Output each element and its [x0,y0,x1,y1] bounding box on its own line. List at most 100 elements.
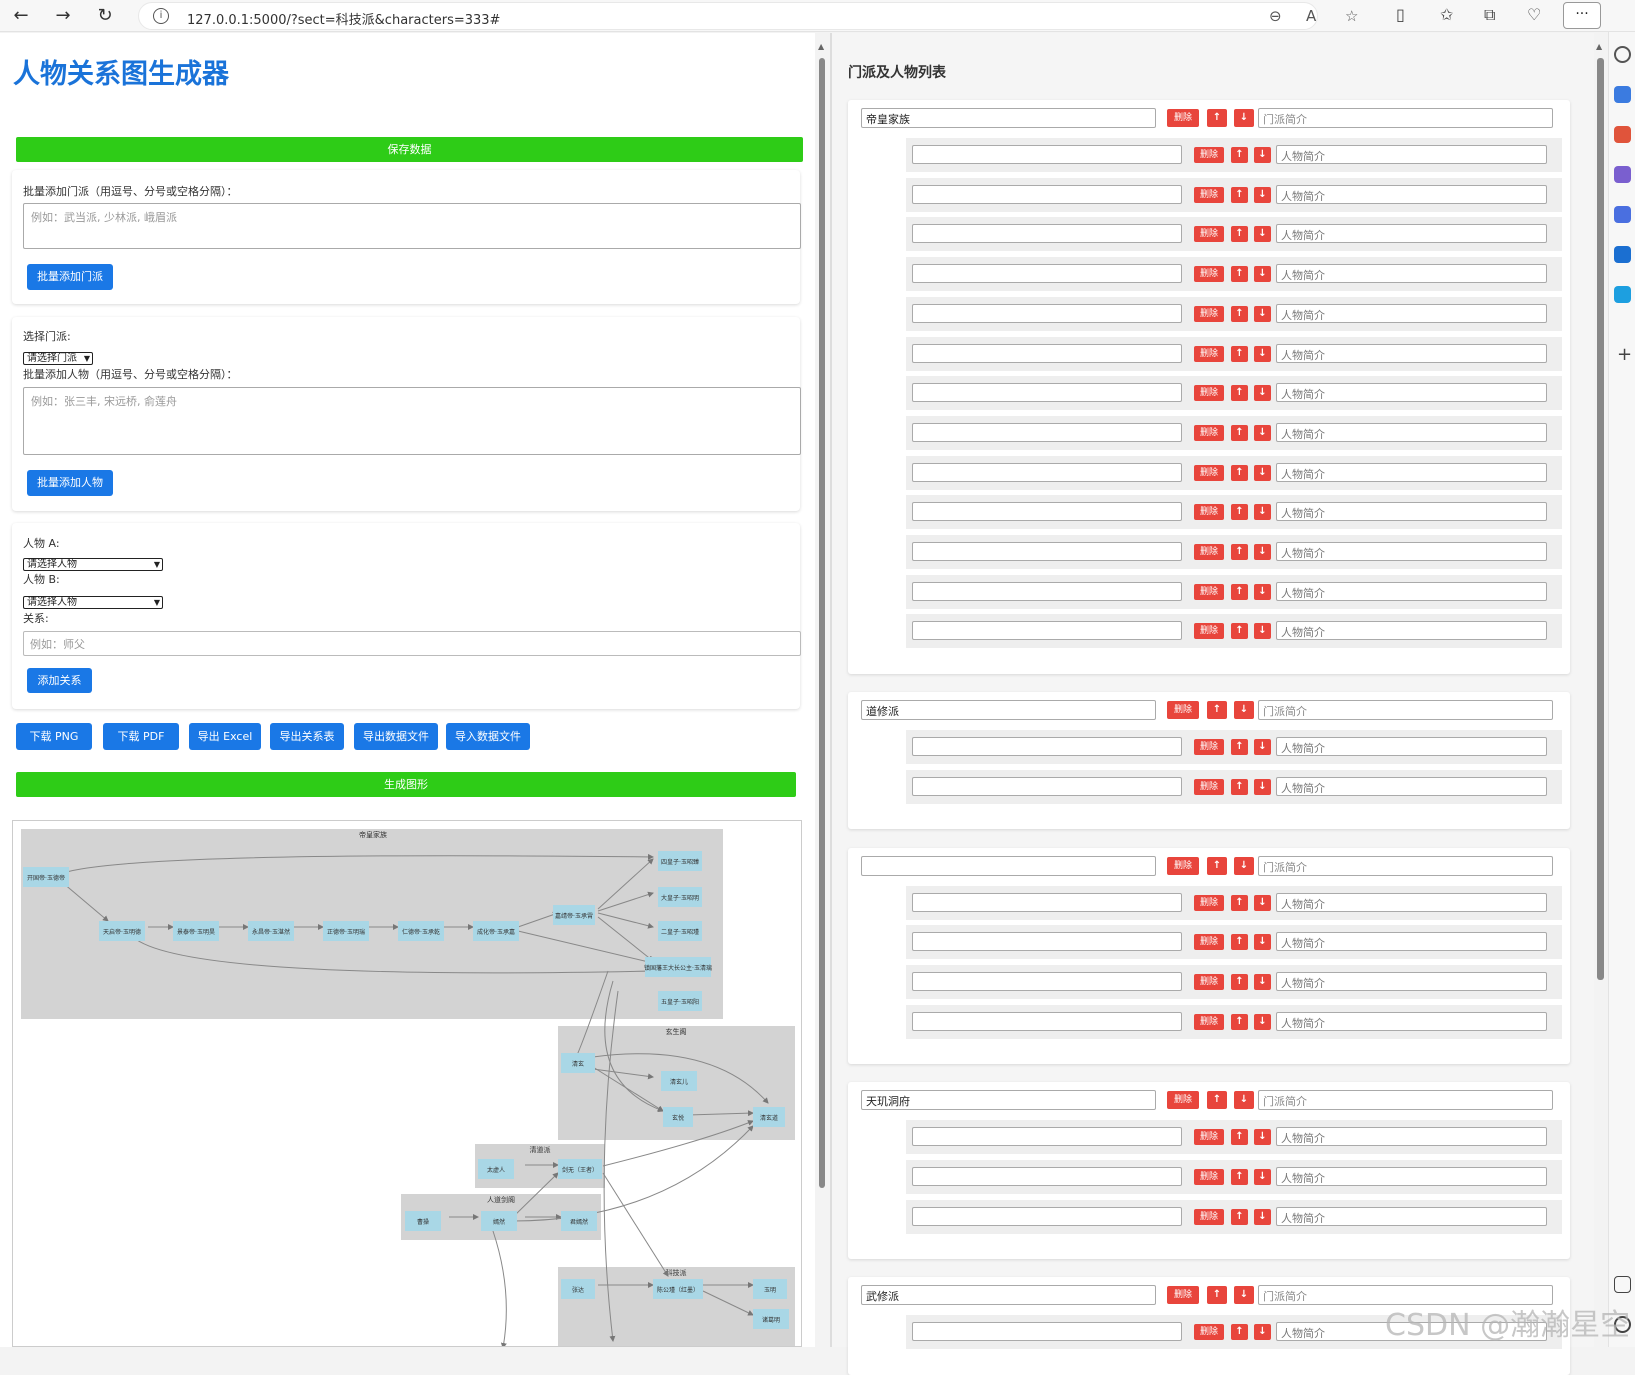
person-a-select[interactable]: 请选择人物 ▼ [23,558,163,571]
character-name-input[interactable] [912,502,1182,522]
move-up-button[interactable]: ↑ [1231,544,1248,560]
batch-add-sect-button[interactable]: 批量添加门派 [27,264,113,290]
move-down-button[interactable]: ↓ [1254,544,1271,560]
move-up-button[interactable]: ↑ [1231,1208,1248,1225]
move-down-button[interactable]: ↓ [1254,186,1271,203]
character-intro-input[interactable]: 人物简介 [1276,932,1547,952]
outlook-icon[interactable] [1614,246,1631,263]
character-name-input[interactable] [912,737,1182,757]
move-down-button[interactable]: ↓ [1234,1286,1254,1305]
read-aloud-icon[interactable]: A [1306,7,1316,25]
character-intro-input[interactable]: 人物简介 [1276,303,1547,323]
character-intro-input[interactable]: 人物简介 [1276,737,1547,757]
move-down-button[interactable]: ↓ [1254,583,1271,600]
move-up-button[interactable]: ↑ [1231,739,1248,756]
tag-icon[interactable] [1614,86,1631,103]
character-name-input[interactable] [912,303,1182,323]
character-intro-input[interactable]: 人物简介 [1276,1011,1547,1031]
move-down-button[interactable]: ↓ [1254,934,1271,951]
move-down-button[interactable]: ↓ [1234,856,1254,875]
character-name-input[interactable] [912,1322,1182,1342]
action-button[interactable]: 导入数据文件 [446,723,530,750]
sect-name-input[interactable]: 天玑洞府 [861,1090,1156,1111]
character-name-input[interactable] [912,971,1182,991]
move-up-button[interactable]: ↑ [1231,623,1248,640]
move-up-button[interactable]: ↑ [1207,109,1227,127]
move-down-button[interactable]: ↓ [1234,1091,1254,1110]
delete-character-button[interactable]: 删除 [1194,894,1224,911]
sect-name-input[interactable]: 帝皇家族 [861,108,1156,128]
delete-character-button[interactable]: 删除 [1194,1013,1224,1030]
character-name-input[interactable] [912,224,1182,244]
move-down-button[interactable]: ↓ [1254,739,1271,756]
move-down-button[interactable]: ↓ [1254,385,1271,402]
move-up-button[interactable]: ↑ [1231,385,1248,402]
sect-name-input[interactable]: 道修派 [861,700,1156,721]
reload-icon[interactable]: ↻ [92,4,118,28]
relationship-graph[interactable]: 帝皇家族 玄生阁 清道派 人道剑阁 科技派 开国帝·玉德帝 天启帝·玉明德 景泰… [12,820,802,1347]
move-up-button[interactable]: ↑ [1231,1169,1248,1185]
character-intro-input[interactable]: 人物简介 [1276,776,1547,796]
copilot-icon[interactable] [1614,206,1631,223]
scroll-up-icon[interactable]: ▲ [818,42,824,51]
move-up-button[interactable]: ↑ [1231,305,1248,322]
move-down-button[interactable]: ↓ [1254,623,1271,640]
character-name-input[interactable] [912,1167,1182,1186]
move-down-button[interactable]: ↓ [1254,1013,1271,1030]
delete-sect-button[interactable]: 删除 [1167,1091,1199,1110]
move-up-button[interactable]: ↑ [1231,894,1248,911]
character-name-input[interactable] [912,462,1182,482]
move-up-button[interactable]: ↑ [1231,973,1248,990]
character-intro-input[interactable]: 人物简介 [1276,184,1547,204]
character-intro-input[interactable]: 人物简介 [1276,1127,1547,1147]
move-down-button[interactable]: ↓ [1254,464,1271,481]
character-intro-input[interactable]: 人物简介 [1276,892,1547,912]
sect-intro-input[interactable]: 门派简介 [1258,855,1553,876]
move-down-button[interactable]: ↓ [1254,1324,1271,1341]
character-intro-input[interactable]: 人物简介 [1276,1167,1547,1186]
move-down-button[interactable]: ↓ [1254,1129,1271,1146]
action-button[interactable]: 下载 PNG [16,723,92,750]
move-down-button[interactable]: ↓ [1254,226,1271,243]
delete-character-button[interactable]: 删除 [1194,583,1224,600]
info-icon[interactable]: i [153,8,169,24]
move-down-button[interactable]: ↓ [1254,305,1271,322]
character-intro-input[interactable]: 人物简介 [1276,343,1547,363]
sect-name-input[interactable]: 武修派 [861,1285,1156,1306]
move-up-button[interactable]: ↑ [1231,504,1248,521]
move-down-button[interactable]: ↓ [1254,424,1271,441]
character-name-input[interactable] [912,383,1182,403]
delete-character-button[interactable]: 删除 [1194,1208,1224,1225]
character-name-input[interactable] [912,422,1182,442]
character-intro-input[interactable]: 人物简介 [1276,581,1547,601]
delete-character-button[interactable]: 删除 [1194,504,1224,521]
character-intro-input[interactable]: 人物简介 [1276,621,1547,641]
favorite-star-icon[interactable]: ☆ [1345,7,1358,25]
delete-character-button[interactable]: 删除 [1194,544,1224,560]
send-icon[interactable] [1614,286,1631,303]
move-up-button[interactable]: ↑ [1231,1324,1248,1341]
move-down-button[interactable]: ↓ [1254,1208,1271,1225]
move-down-button[interactable]: ↓ [1254,147,1271,163]
character-name-input[interactable] [912,581,1182,601]
character-intro-input[interactable]: 人物简介 [1276,264,1547,284]
relation-input[interactable]: 例如：师父 [23,631,801,656]
add-icon[interactable]: + [1617,344,1632,365]
search-icon[interactable] [1614,46,1631,63]
move-down-button[interactable]: ↓ [1254,778,1271,795]
scroll-thumb[interactable] [819,58,825,1188]
right-scrollbar[interactable]: ▲ [1594,38,1606,1347]
delete-character-button[interactable]: 删除 [1194,345,1224,362]
forward-icon[interactable]: → [50,4,76,28]
move-up-button[interactable]: ↑ [1207,701,1227,720]
people-icon[interactable] [1614,166,1631,183]
batch-char-textarea[interactable]: 例如：张三丰, 宋远桥, 俞莲舟 [23,387,801,455]
scroll-thumb[interactable] [1597,58,1604,980]
zoom-icon[interactable]: ⊖ [1269,7,1282,25]
character-name-input[interactable] [912,1206,1182,1226]
move-up-button[interactable]: ↑ [1231,1013,1248,1030]
move-down-button[interactable]: ↓ [1234,109,1254,127]
back-icon[interactable]: ← [8,4,34,28]
delete-sect-button[interactable]: 删除 [1167,856,1199,875]
delete-character-button[interactable]: 删除 [1194,226,1224,243]
